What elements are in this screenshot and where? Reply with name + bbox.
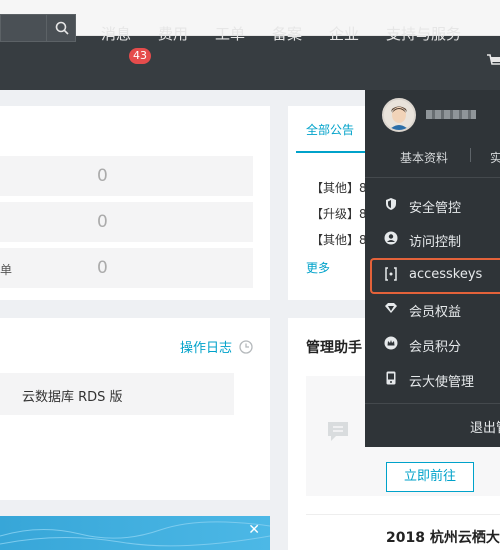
close-icon[interactable]: ✕ — [248, 522, 260, 538]
menu-item-member-benefits[interactable]: 会员权益 — [365, 292, 500, 325]
chat-icon — [328, 422, 348, 441]
resource-stats-panel: 0 0 单 0 — [0, 106, 270, 300]
user-avatar-icon — [384, 100, 414, 130]
top-navigation-bar — [0, 36, 500, 90]
stat-row[interactable]: 单 0 — [0, 248, 253, 288]
more-link[interactable]: 更多 — [306, 259, 330, 276]
clock-icon — [239, 340, 253, 354]
logout-button[interactable]: 退出管 — [470, 417, 500, 436]
menu-item-label: 会员权益 — [409, 305, 462, 320]
search-icon — [55, 21, 69, 35]
nav-enterprise[interactable]: 企业 — [329, 26, 359, 42]
helper-title: 管理助手 — [306, 340, 362, 356]
stat-label: 单 — [0, 263, 13, 277]
crown-icon — [384, 336, 398, 350]
message-count-badge: 43 — [129, 48, 151, 64]
nav-messages[interactable]: 消息 — [101, 26, 131, 42]
nav-support[interactable]: 支持与服务 — [386, 26, 461, 42]
promo-banner[interactable]: ✕ — [0, 516, 270, 550]
recent-product-row[interactable]: 云数据库 RDS 版 — [0, 373, 234, 415]
announcement-item[interactable]: 【其他】8 — [311, 231, 367, 248]
cart-icon[interactable] — [487, 54, 500, 69]
menu-item-security-control[interactable]: 安全管控 — [365, 188, 500, 221]
stat-value: 0 — [97, 258, 108, 278]
diamond-icon — [385, 303, 397, 313]
tab-all-announcements[interactable]: 全部公告 — [306, 121, 354, 138]
username-masked — [426, 110, 476, 119]
menu-item-label: 云大使管理 — [409, 375, 475, 390]
tab-divider — [470, 148, 471, 162]
menu-item-member-points[interactable]: 会员积分 — [365, 327, 500, 360]
stat-row[interactable]: 0 — [0, 202, 253, 242]
avatar[interactable] — [382, 98, 416, 132]
menu-divider — [365, 177, 500, 178]
active-tab-indicator — [296, 151, 366, 153]
tab-basic-info[interactable]: 基本资料 — [400, 149, 448, 166]
menu-divider — [365, 403, 500, 404]
accesskeys-highlight-box — [370, 258, 500, 294]
tab-realname[interactable]: 实 — [490, 149, 500, 166]
nav-icp-filing[interactable]: 备案 — [272, 26, 302, 42]
stat-value: 0 — [97, 212, 108, 232]
menu-item-label: 安全管控 — [409, 201, 462, 216]
nav-tickets[interactable]: 工单 — [215, 26, 245, 42]
go-now-button[interactable]: 立即前往 — [386, 462, 474, 492]
banner-pattern — [0, 521, 270, 547]
nav-billing[interactable]: 费用 — [158, 26, 188, 42]
operation-log-link[interactable]: 操作日志 — [180, 337, 253, 356]
menu-item-cloud-ambassador[interactable]: 云大使管理 — [365, 362, 500, 395]
stat-value: 0 — [97, 166, 108, 186]
search-button[interactable] — [46, 14, 76, 42]
menu-item-label: 访问控制 — [409, 235, 462, 250]
stat-row[interactable]: 0 — [0, 156, 253, 196]
phone-icon — [386, 371, 396, 385]
menu-item-label: 会员积分 — [409, 340, 462, 355]
user-icon — [384, 231, 398, 245]
shield-icon — [386, 198, 396, 210]
announcement-item[interactable]: 【其他】8 — [311, 179, 367, 196]
menu-item-access-control[interactable]: 访问控制 — [365, 222, 500, 255]
event-title: 2018 杭州云栖大 — [386, 530, 500, 546]
operation-log-label: 操作日志 — [180, 341, 233, 356]
product-label: 云数据库 RDS 版 — [22, 390, 123, 405]
announcement-item[interactable]: 【升级】8 — [311, 205, 367, 222]
